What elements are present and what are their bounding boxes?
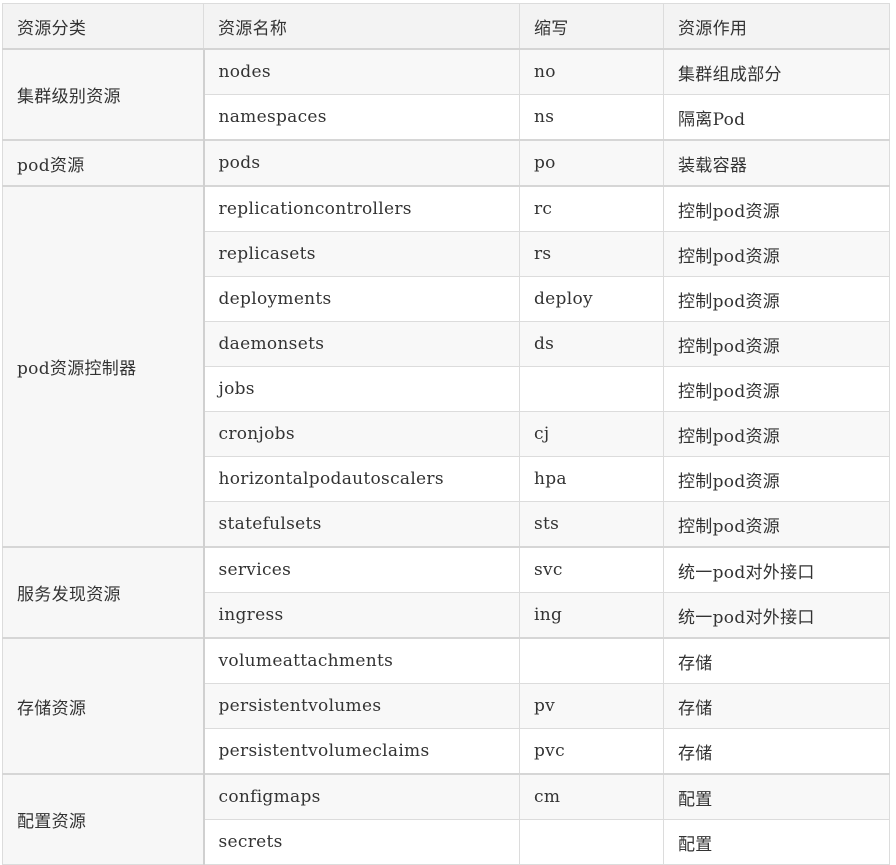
abbreviation-cell: ns <box>519 94 664 141</box>
header-name: 资源名称 <box>203 3 520 50</box>
resource-name-cell: configmaps <box>203 773 520 820</box>
resource-name-cell: horizontalpodautoscalers <box>203 456 520 502</box>
abbreviation-cell: pvc <box>519 728 664 775</box>
purpose-cell: 控制pod资源 <box>663 321 890 367</box>
resource-name-cell: nodes <box>203 48 520 95</box>
resource-name-cell: deployments <box>203 276 520 322</box>
category-cell: pod资源 <box>2 139 205 187</box>
header-abbr: 缩写 <box>519 3 664 50</box>
resource-name-cell: pods <box>203 139 520 187</box>
table-header: 资源分类 资源名称 缩写 资源作用 <box>2 3 890 50</box>
header-purpose: 资源作用 <box>663 3 890 50</box>
category-cell: 服务发现资源 <box>2 546 205 639</box>
purpose-cell: 存储 <box>663 728 890 775</box>
category-cell: 存储资源 <box>2 637 205 775</box>
table-row: 集群级别资源 nodes no 集群组成部分 <box>2 48 890 141</box>
abbreviation-cell: rc <box>519 185 664 232</box>
resource-name-cell: daemonsets <box>203 321 520 367</box>
table-row: pod资源控制器 replicationcontrollers rc 控制pod资源 <box>2 185 890 548</box>
purpose-cell: 控制pod资源 <box>663 501 890 548</box>
abbreviation-cell <box>519 637 664 684</box>
abbreviation-cell: rs <box>519 231 664 277</box>
purpose-cell: 隔离Pod <box>663 94 890 141</box>
purpose-cell: 装载容器 <box>663 139 890 187</box>
abbreviation-cell: ing <box>519 592 664 639</box>
table-row: 配置资源 configmaps cm 配置 <box>2 773 890 865</box>
abbreviation-cell: cm <box>519 773 664 820</box>
resource-name-cell: replicationcontrollers <box>203 185 520 232</box>
abbreviation-cell: cj <box>519 411 664 457</box>
purpose-cell: 控制pod资源 <box>663 276 890 322</box>
category-cell: pod资源控制器 <box>2 185 205 548</box>
resource-name-cell: persistentvolumes <box>203 683 520 729</box>
table-body: 集群级别资源 nodes no 集群组成部分 namespaces ns 隔离Pod pod资… <box>2 48 890 865</box>
header-category: 资源分类 <box>2 3 204 50</box>
resource-name-cell: replicasets <box>203 231 520 277</box>
purpose-cell: 控制pod资源 <box>663 231 890 277</box>
abbreviation-cell: sts <box>519 501 664 548</box>
header-row: 资源分类 资源名称 缩写 资源作用 <box>2 3 890 50</box>
category-cell: 集群级别资源 <box>2 48 205 141</box>
purpose-cell: 存储 <box>663 683 890 729</box>
resource-table: 资源分类 资源名称 缩写 资源作用 集群级别资源 nodes no 集群组成部分 nam… <box>2 3 890 865</box>
purpose-cell: 控制pod资源 <box>663 411 890 457</box>
purpose-cell: 统一pod对外接口 <box>663 592 890 639</box>
abbreviation-cell: hpa <box>519 456 664 502</box>
resource-name-cell: statefulsets <box>203 501 520 548</box>
abbreviation-cell: no <box>519 48 664 95</box>
table-row: pod资源 pods po 装载容器 <box>2 139 890 187</box>
abbreviation-cell: po <box>519 139 664 187</box>
purpose-cell: 存储 <box>663 637 890 684</box>
purpose-cell: 集群组成部分 <box>663 48 890 95</box>
purpose-cell: 控制pod资源 <box>663 456 890 502</box>
resource-name-cell: namespaces <box>203 94 520 141</box>
purpose-cell: 控制pod资源 <box>663 185 890 232</box>
purpose-cell: 统一pod对外接口 <box>663 546 890 593</box>
table-row: 服务发现资源 services svc 统一pod对外接口 <box>2 546 890 639</box>
abbreviation-cell: ds <box>519 321 664 367</box>
resource-name-cell: jobs <box>203 366 520 412</box>
purpose-cell: 控制pod资源 <box>663 366 890 412</box>
abbreviation-cell: pv <box>519 683 664 729</box>
resource-name-cell: persistentvolumeclaims <box>203 728 520 775</box>
abbreviation-cell: deploy <box>519 276 664 322</box>
category-cell: 配置资源 <box>2 773 205 865</box>
resource-name-cell: services <box>203 546 520 593</box>
resource-name-cell: volumeattachments <box>203 637 520 684</box>
abbreviation-cell <box>519 366 664 412</box>
purpose-cell: 配置 <box>663 773 890 820</box>
abbreviation-cell: svc <box>519 546 664 593</box>
resource-name-cell: ingress <box>203 592 520 639</box>
resource-name-cell: cronjobs <box>203 411 520 457</box>
table-row: 存储资源 volumeattachments 存储 <box>2 637 890 775</box>
